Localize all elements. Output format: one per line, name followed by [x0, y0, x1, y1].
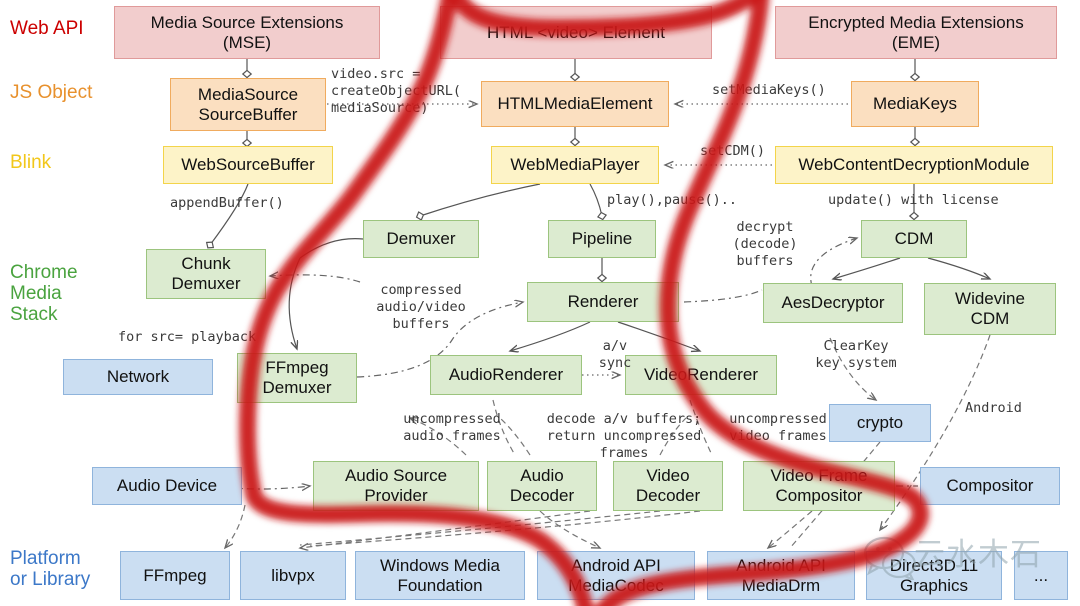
annotation-uncompressed-audio-frames: uncompressed audio frames — [403, 411, 501, 444]
node-compositor[interactable]: Compositor — [920, 467, 1060, 505]
annotation-decode-av-buffers: decode a/v buffers; return uncompressed … — [546, 411, 702, 461]
row-label-platform-or-library: Platform or Library — [10, 548, 91, 590]
node-pipeline[interactable]: Pipeline — [548, 220, 656, 258]
node-widevine-cdm[interactable]: Widevine CDM — [924, 283, 1056, 335]
annotation-compressed-av-buffers: compressed audio/video buffers — [376, 282, 466, 332]
node-demuxer[interactable]: Demuxer — [363, 220, 479, 258]
node-aesdecryptor[interactable]: AesDecryptor — [763, 283, 903, 323]
node-cdm[interactable]: CDM — [861, 220, 967, 258]
annotation-setmediakeys: setMediaKeys() — [712, 82, 826, 98]
node-audiorenderer[interactable]: AudioRenderer — [430, 355, 582, 395]
node-video-frame-compositor[interactable]: Video Frame Compositor — [743, 461, 895, 511]
annotation-clearkey-key-system: ClearKey key system — [815, 338, 897, 371]
node-ffmpeg[interactable]: FFmpeg — [120, 551, 230, 600]
node-audio-device[interactable]: Audio Device — [92, 467, 242, 505]
node-videorenderer[interactable]: VideoRenderer — [625, 355, 777, 395]
node-crypto[interactable]: crypto — [829, 404, 931, 442]
node-html-video-element[interactable]: HTML <video> Element — [440, 6, 712, 59]
node-audio-source-provider[interactable]: Audio Source Provider — [313, 461, 479, 511]
node-mse[interactable]: Media Source Extensions (MSE) — [114, 6, 380, 59]
node-mediakeys[interactable]: MediaKeys — [851, 81, 979, 127]
node-chunk-demuxer[interactable]: Chunk Demuxer — [146, 249, 266, 299]
node-libvpx[interactable]: libvpx — [240, 551, 346, 600]
node-android-api-mediacodec[interactable]: Android API MediaCodec — [537, 551, 695, 600]
node-webmediaplayer[interactable]: WebMediaPlayer — [491, 146, 659, 184]
node-ellipsis[interactable]: ... — [1014, 551, 1068, 600]
annotation-video-src-createobjecturl: video.src = createObjectURL( mediaSource… — [331, 66, 462, 116]
annotation-play-pause: play(),pause().. — [607, 192, 738, 208]
row-label-chrome-media-stack: Chrome Media Stack — [10, 262, 78, 325]
node-webcontentdecryptionmodule[interactable]: WebContentDecryptionModule — [775, 146, 1053, 184]
annotation-decrypt-decode-buffers: decrypt (decode) buffers — [732, 219, 798, 269]
row-label-blink: Blink — [10, 152, 52, 173]
annotation-setcdm: setCDM() — [700, 143, 766, 159]
annotation-appendbuffer: appendBuffer() — [170, 195, 284, 211]
node-ffmpeg-demuxer[interactable]: FFmpeg Demuxer — [237, 353, 357, 403]
node-eme[interactable]: Encrypted Media Extensions (EME) — [775, 6, 1057, 59]
node-audio-decoder[interactable]: Audio Decoder — [487, 461, 597, 511]
annotation-android: Android — [965, 400, 1022, 416]
node-websourcebuffer[interactable]: WebSourceBuffer — [163, 146, 333, 184]
node-windows-media-foundation[interactable]: Windows Media Foundation — [355, 551, 525, 600]
node-video-decoder[interactable]: Video Decoder — [613, 461, 723, 511]
node-network[interactable]: Network — [63, 359, 213, 395]
annotation-update-with-license: update() with license — [828, 192, 999, 208]
node-mediasource-sourcebuffer[interactable]: MediaSource SourceBuffer — [170, 78, 326, 131]
annotation-for-src-playback: for src= playback — [118, 329, 257, 345]
row-label-js-object: JS Object — [10, 82, 93, 103]
annotation-uncompressed-video-frames: uncompressed video frames — [729, 411, 827, 444]
node-htmlmediaelement[interactable]: HTMLMediaElement — [481, 81, 669, 127]
node-android-api-mediadrm[interactable]: Android API MediaDrm — [707, 551, 855, 600]
diagram-canvas: Web API JS Object Blink Chrome Media Sta… — [0, 0, 1080, 606]
annotation-av-sync: a/v sync — [598, 338, 632, 371]
row-label-web-api: Web API — [10, 18, 84, 39]
node-direct3d-11-graphics[interactable]: Direct3D 11 Graphics — [866, 551, 1002, 600]
node-renderer[interactable]: Renderer — [527, 282, 679, 322]
